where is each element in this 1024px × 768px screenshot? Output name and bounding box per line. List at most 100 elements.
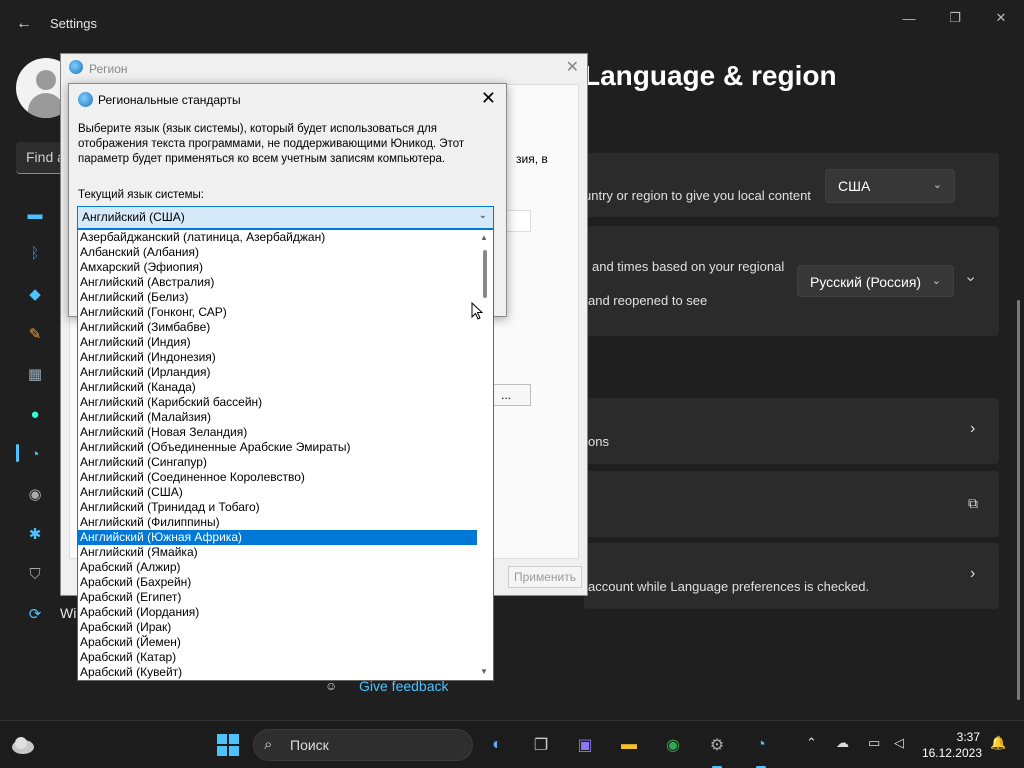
accounts-icon[interactable]: ● bbox=[24, 403, 46, 425]
language-option[interactable]: Английский (Соединенное Королевство) bbox=[78, 470, 478, 485]
close-icon[interactable]: ✕ bbox=[566, 57, 579, 77]
language-option[interactable]: Амхарский (Эфиопия) bbox=[78, 260, 478, 275]
file-explorer-icon[interactable]: ▬ bbox=[616, 732, 642, 758]
app-title: Settings bbox=[50, 16, 97, 31]
language-option[interactable]: Арабский (Катар) bbox=[78, 650, 478, 665]
language-option[interactable]: Английский (Карибский бассейн) bbox=[78, 395, 478, 410]
task-view-icon[interactable]: ❐ bbox=[528, 732, 554, 758]
cloud-icon[interactable]: ☁ bbox=[836, 735, 849, 751]
sidebar-item-windows-update[interactable]: Wi bbox=[60, 605, 76, 621]
system-icon[interactable]: ▬ bbox=[24, 203, 46, 225]
language-option[interactable]: Английский (Зимбабве) bbox=[78, 320, 478, 335]
dialog-description: Выберите язык (язык системы), который бу… bbox=[78, 123, 465, 165]
feedback-icon: ☺ bbox=[325, 679, 338, 693]
dropdown-options: Азербайджанский (латиница, Азербайджан) А… bbox=[78, 230, 478, 680]
apply-label: Применить bbox=[513, 570, 576, 584]
bluetooth-icon[interactable]: ᛒ bbox=[24, 242, 46, 264]
dialog-title: Региональные стандарты bbox=[98, 93, 241, 107]
language-option[interactable]: Арабский (Иордания) bbox=[78, 605, 478, 620]
typing-card[interactable]: account while Language preferences is ch… bbox=[584, 543, 999, 609]
scroll-thumb[interactable] bbox=[483, 250, 487, 298]
language-option[interactable]: Английский (Малайзия) bbox=[78, 410, 478, 425]
language-option[interactable]: Арабский (Йемен) bbox=[78, 635, 478, 650]
search-icon: ⌕ bbox=[264, 736, 273, 753]
taskbar-search[interactable]: ⌕ Поиск bbox=[253, 729, 473, 761]
globe-icon bbox=[78, 92, 93, 107]
regional-format-text-1: and times based on your regional bbox=[592, 259, 785, 274]
scroll-down-icon[interactable]: ▼ bbox=[480, 667, 488, 676]
start-icon[interactable] bbox=[215, 732, 241, 758]
external-link-card[interactable]: ⧉ bbox=[584, 471, 999, 537]
language-option[interactable]: Английский (Сингапур) bbox=[78, 455, 478, 470]
regional-format-card: and times based on your regional and reo… bbox=[584, 226, 999, 336]
network-status-icon[interactable]: ▭ bbox=[868, 735, 880, 751]
language-option[interactable]: Английский (Ямайка) bbox=[78, 545, 478, 560]
edge-icon[interactable]: ◐ bbox=[484, 732, 510, 758]
weather-icon[interactable] bbox=[10, 733, 36, 757]
close-icon[interactable]: ✕ bbox=[978, 6, 1024, 30]
language-option[interactable]: Английский (Индонезия) bbox=[78, 350, 478, 365]
language-option[interactable]: Английский (Тринидад и Тобаго) bbox=[78, 500, 478, 515]
personalization-icon[interactable]: ✎ bbox=[24, 323, 46, 345]
language-option[interactable]: Английский (Ирландия) bbox=[78, 365, 478, 380]
scroll-up-icon[interactable]: ▲ bbox=[480, 233, 488, 242]
language-option[interactable]: Английский (Филиппины) bbox=[78, 515, 478, 530]
country-card: untry or region to give you local conten… bbox=[584, 153, 999, 217]
close-icon[interactable]: ✕ bbox=[481, 88, 496, 109]
globe-icon bbox=[69, 60, 83, 74]
apply-button[interactable]: Применить bbox=[508, 566, 582, 588]
back-arrow-icon[interactable]: ← bbox=[12, 12, 36, 36]
language-option[interactable]: Английский (Гонконг, САР) bbox=[78, 305, 478, 320]
language-option[interactable]: Английский (Южная Африка) bbox=[78, 530, 478, 545]
language-option[interactable]: Арабский (Бахрейн) bbox=[78, 575, 478, 590]
gaming-icon[interactable]: ◉ bbox=[24, 483, 46, 505]
taskbar: ⌕ Поиск ◐ ❐ ▣ ▬ ◉ ⚙ ◔ ⌃ ☁ ▭ ◁ 3:37 16.12… bbox=[0, 720, 1024, 768]
language-option[interactable]: Английский (Индия) bbox=[78, 335, 478, 350]
region-globe-icon[interactable]: ◔ bbox=[748, 732, 774, 758]
chevron-right-icon: › bbox=[970, 420, 976, 437]
language-option[interactable]: Азербайджанский (латиница, Азербайджан) bbox=[78, 230, 478, 245]
volume-icon[interactable]: ◁ bbox=[894, 735, 904, 751]
regional-format-select[interactable]: Русский (Россия) ⌄ bbox=[797, 265, 954, 297]
country-value: США bbox=[838, 178, 871, 194]
system-language-select[interactable]: Английский (США) ⌄ bbox=[77, 206, 494, 229]
language-option[interactable]: Арабский (Кувейт) bbox=[78, 665, 478, 680]
maximize-icon[interactable]: ❐ bbox=[932, 6, 978, 30]
language-option[interactable]: Английский (Канада) bbox=[78, 380, 478, 395]
selected-language: Английский (США) bbox=[82, 210, 185, 224]
active-indicator bbox=[16, 444, 19, 462]
time-language-icon[interactable]: ◔ bbox=[24, 443, 46, 465]
language-option[interactable]: Английский (Белиз) bbox=[78, 290, 478, 305]
language-option[interactable]: Албанский (Албания) bbox=[78, 245, 478, 260]
chevron-down-icon: ⌄ bbox=[478, 210, 487, 221]
language-option[interactable]: Английский (США) bbox=[78, 485, 478, 500]
settings-gear-icon[interactable]: ⚙ bbox=[704, 732, 730, 758]
network-icon[interactable]: ◆ bbox=[24, 283, 46, 305]
external-link-icon: ⧉ bbox=[968, 495, 978, 511]
language-option[interactable]: Арабский (Египет) bbox=[78, 590, 478, 605]
chrome-icon[interactable]: ◉ bbox=[660, 732, 686, 758]
chevron-right-icon: › bbox=[970, 565, 976, 582]
language-option[interactable]: Арабский (Алжир) bbox=[78, 560, 478, 575]
country-select[interactable]: США ⌄ bbox=[825, 169, 955, 203]
expand-icon[interactable]: › bbox=[962, 276, 980, 281]
title-bar: ← Settings — ❐ ✕ bbox=[0, 0, 1024, 48]
minimize-icon[interactable]: — bbox=[886, 6, 932, 30]
clock-date[interactable]: 16.12.2023 bbox=[920, 746, 982, 760]
language-option[interactable]: Арабский (Ирак) bbox=[78, 620, 478, 635]
scrollbar[interactable] bbox=[1017, 300, 1020, 700]
language-option[interactable]: Английский (Австралия) bbox=[78, 275, 478, 290]
teams-icon[interactable]: ▣ bbox=[572, 732, 598, 758]
admin-language-card[interactable]: ons › bbox=[584, 398, 999, 464]
region-button-label: ... bbox=[500, 388, 511, 402]
privacy-icon[interactable]: ⛉ bbox=[24, 563, 46, 585]
chevron-up-icon[interactable]: ⌃ bbox=[806, 735, 817, 751]
apps-icon[interactable]: ▦ bbox=[24, 363, 46, 385]
windows-update-icon[interactable]: ⟳ bbox=[24, 603, 46, 625]
clock-time[interactable]: 3:37 bbox=[930, 730, 980, 744]
language-option[interactable]: Английский (Объединенные Арабские Эмират… bbox=[78, 440, 478, 455]
accessibility-icon[interactable]: ✱ bbox=[24, 523, 46, 545]
language-option[interactable]: Английский (Новая Зеландия) bbox=[78, 425, 478, 440]
notification-bell-icon[interactable]: 🔔 bbox=[990, 735, 1006, 751]
dropdown-scrollbar[interactable]: ▲ ▼ bbox=[477, 230, 493, 680]
